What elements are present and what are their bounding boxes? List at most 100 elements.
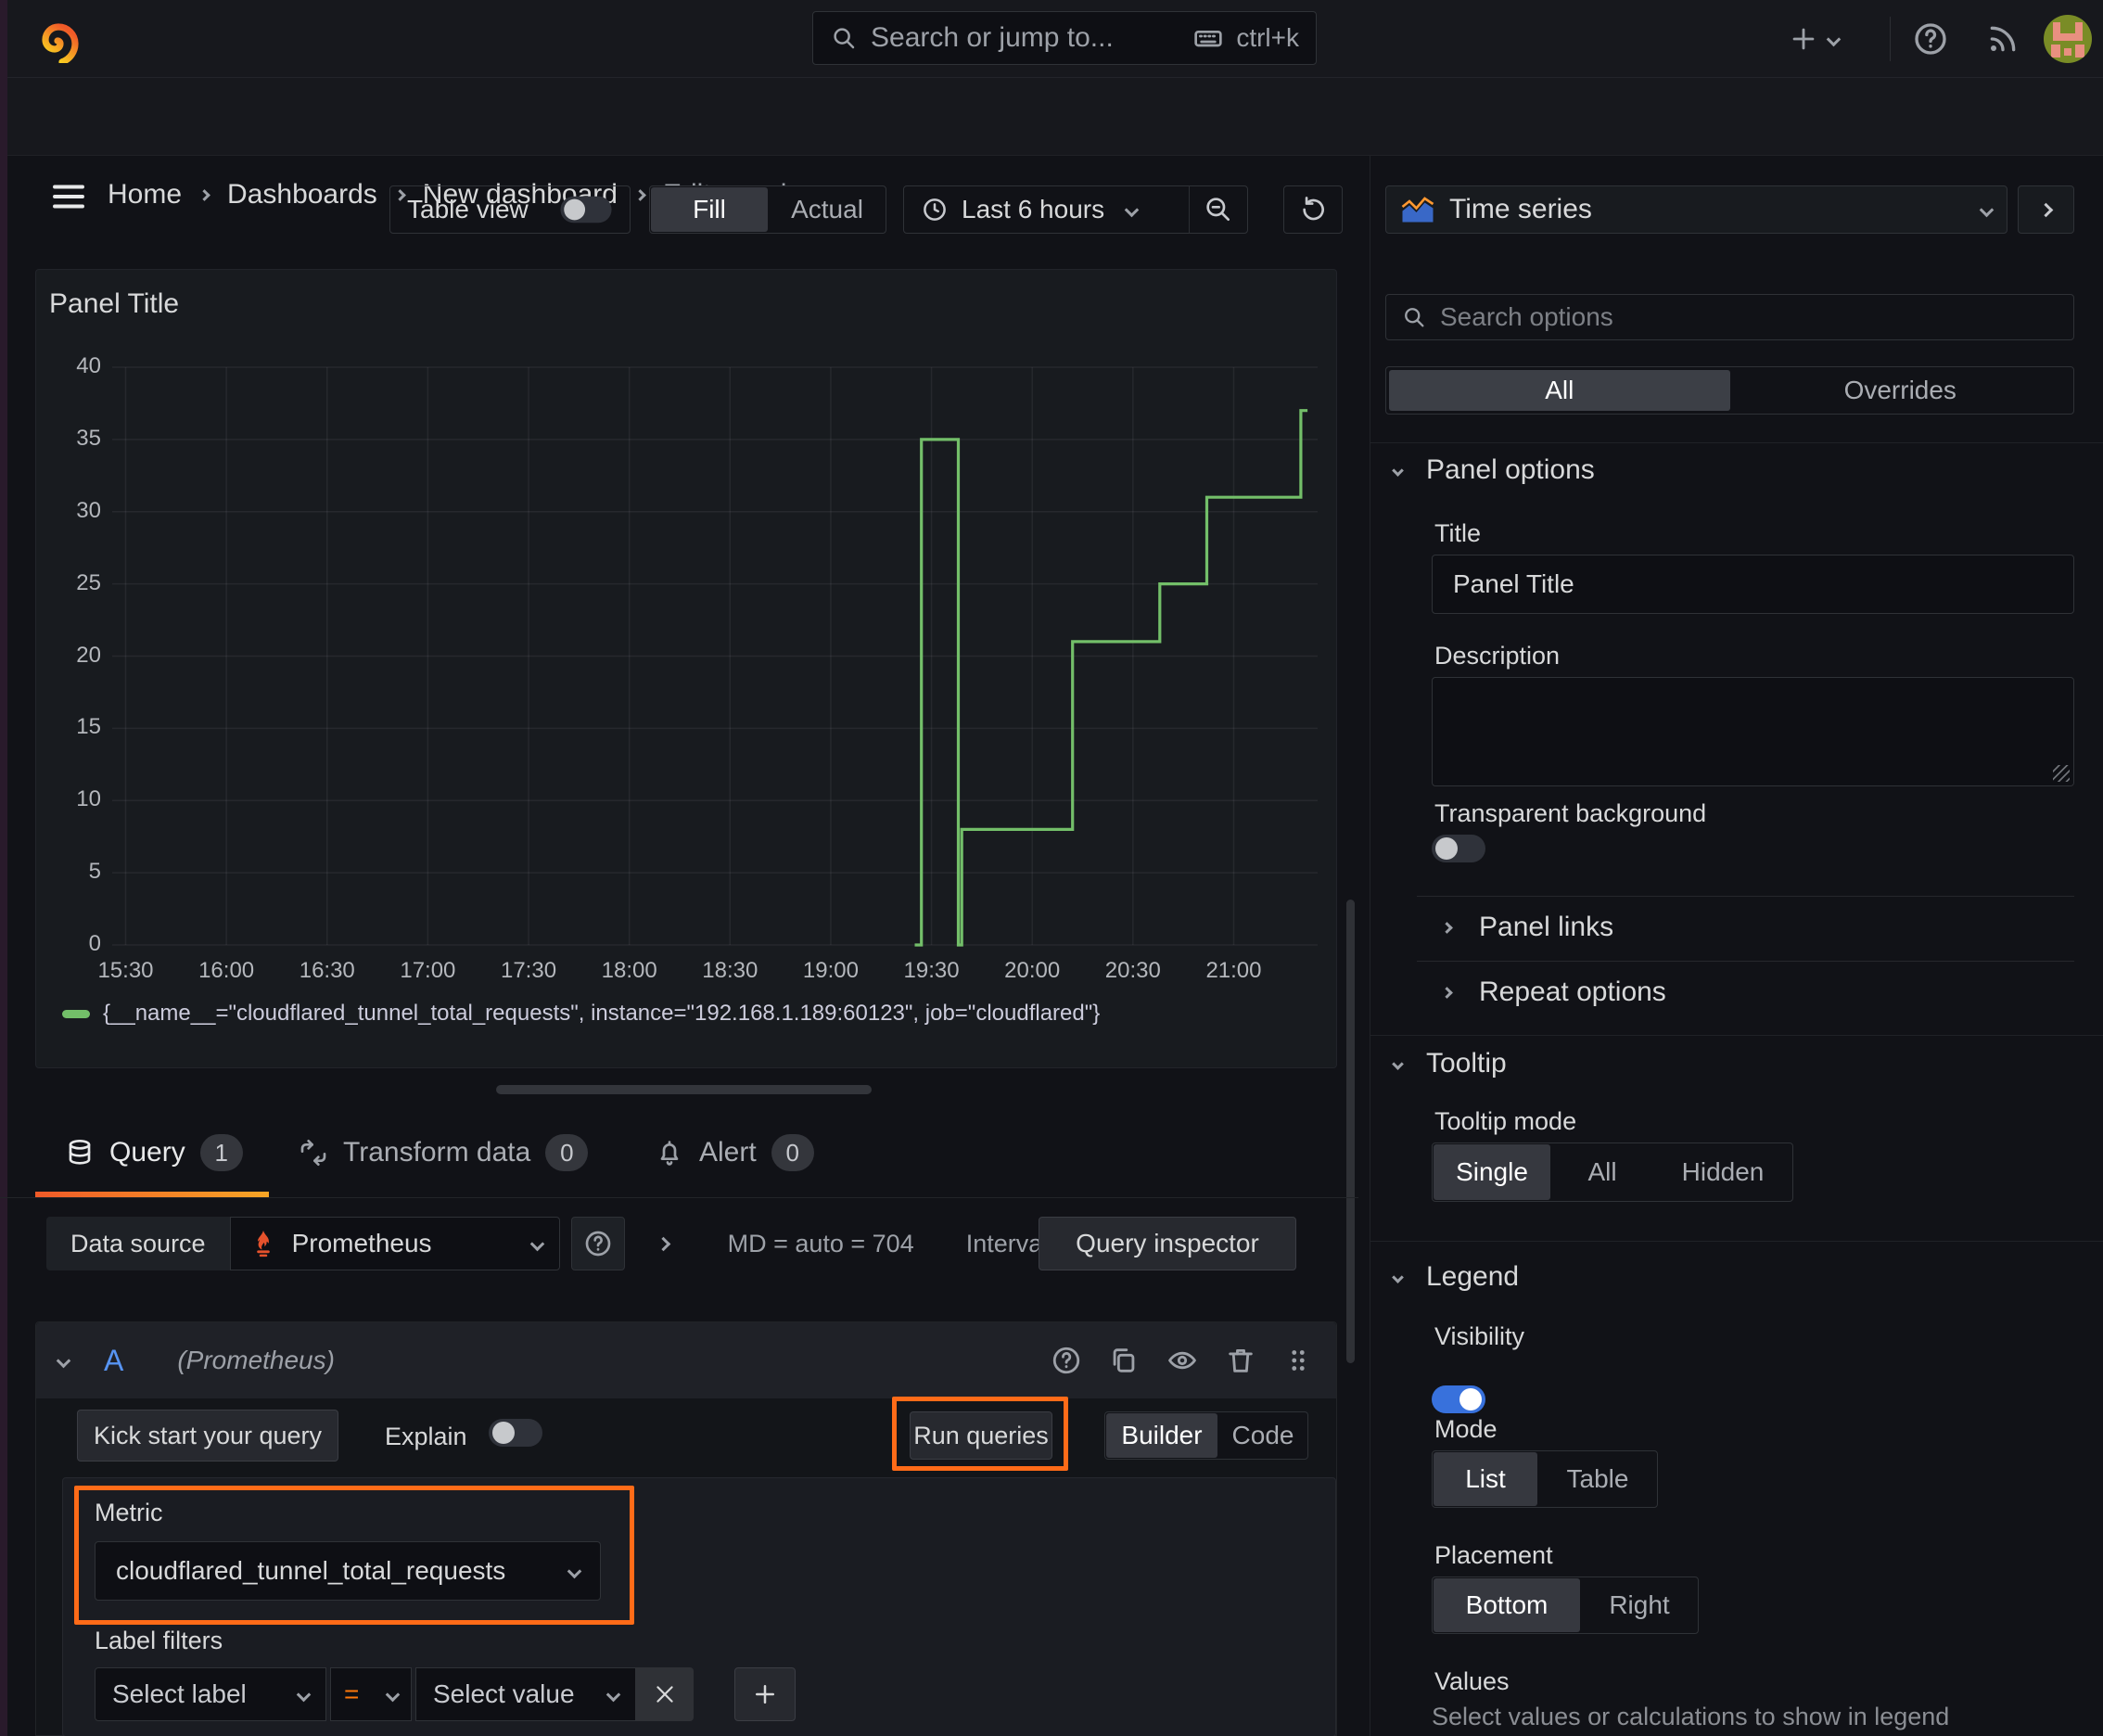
mega-menu-button[interactable] (52, 184, 85, 214)
chart-svg[interactable] (36, 270, 1336, 1067)
section-divider (1370, 1035, 2103, 1036)
run-queries-button[interactable]: Run queries (910, 1411, 1052, 1460)
global-search-box[interactable]: Search or jump to... ctrl+k (812, 11, 1317, 65)
tooltip-header[interactable]: Tooltip (1392, 1048, 1507, 1079)
panel-options-header[interactable]: Panel options (1392, 454, 1595, 486)
code-option[interactable]: Code (1218, 1412, 1307, 1459)
query-ref-id: A (104, 1343, 124, 1377)
explain-label: Explain (385, 1423, 467, 1450)
datasource-label: Data source (46, 1217, 230, 1270)
duplicate-query-icon[interactable] (1108, 1345, 1140, 1376)
query-help-icon[interactable] (1051, 1345, 1082, 1376)
tab-overrides[interactable]: Overrides (1730, 370, 2071, 411)
legend-right-option[interactable]: Right (1581, 1577, 1698, 1633)
tab-all[interactable]: All (1389, 370, 1730, 411)
options-search-box[interactable]: Search options (1385, 294, 2074, 340)
operator-dropdown[interactable]: = (330, 1667, 412, 1721)
breadcrumb-home[interactable]: Home (108, 179, 182, 211)
query-builder-panel: Metric cloudflared_tunnel_total_requests… (62, 1477, 1336, 1736)
help-icon (1915, 23, 1946, 55)
tab-transform-label: Transform data (343, 1137, 531, 1168)
repeat-options-header[interactable]: Repeat options (1441, 976, 1666, 1008)
remove-filter-button[interactable] (636, 1667, 694, 1721)
actual-option[interactable]: Actual (769, 186, 886, 233)
chevron-right-icon (634, 188, 646, 201)
explain-toggle[interactable] (489, 1419, 542, 1447)
fill-option[interactable]: Fill (651, 187, 768, 232)
section-divider (1417, 896, 2074, 897)
select-label-dropdown[interactable]: Select label (95, 1667, 326, 1721)
datasource-help-button[interactable] (570, 1217, 625, 1270)
refresh-button[interactable] (1283, 185, 1343, 234)
label-filters-label: Label filters (95, 1627, 223, 1654)
legend-values-hint: Select values or calculations to show in… (1432, 1703, 1950, 1730)
help-button[interactable] (1912, 20, 1949, 62)
legend-visibility-toggle[interactable] (1432, 1385, 1485, 1413)
keyboard-icon (1194, 31, 1222, 47)
datasource-picker[interactable]: Prometheus (229, 1217, 560, 1270)
tooltip-hidden-option[interactable]: Hidden (1653, 1143, 1792, 1201)
panel-links-heading: Panel links (1479, 912, 1614, 942)
query-inspector-button[interactable]: Query inspector (1039, 1217, 1296, 1270)
description-textarea[interactable] (1432, 677, 2074, 786)
legend-list-option[interactable]: List (1434, 1452, 1537, 1506)
legend-heading: Legend (1426, 1261, 1520, 1292)
user-avatar[interactable] (2044, 15, 2092, 63)
tooltip-single-option[interactable]: Single (1434, 1144, 1550, 1200)
transparent-background-toggle[interactable] (1432, 835, 1485, 862)
delete-query-icon[interactable] (1225, 1345, 1256, 1376)
tooltip-mode-segmented: Single All Hidden (1432, 1142, 1793, 1202)
repeat-options-heading: Repeat options (1479, 976, 1666, 1007)
global-search-placeholder: Search or jump to... (871, 22, 1114, 53)
chevron-down-icon (1392, 1270, 1404, 1283)
visualization-picker[interactable]: Time series (1385, 185, 2007, 234)
breadcrumb-dashboards[interactable]: Dashboards (227, 179, 377, 211)
chevron-down-icon (605, 1687, 621, 1702)
legend-table-option[interactable]: Table (1538, 1451, 1657, 1507)
query-row-header[interactable]: A (Prometheus) (36, 1322, 1336, 1398)
time-range-picker[interactable]: Last 6 hours (904, 195, 1189, 224)
resize-handle-icon[interactable] (2053, 765, 2070, 782)
panel-title-input[interactable]: Panel Title (1432, 555, 2074, 614)
legend-section-header[interactable]: Legend (1392, 1261, 1520, 1293)
chevron-down-icon (529, 1236, 544, 1251)
tab-alert[interactable]: Alert 0 (655, 1113, 814, 1193)
help-icon (585, 1231, 610, 1257)
panel-links-header[interactable]: Panel links (1441, 912, 1614, 943)
new-menu-button[interactable] (1788, 19, 1842, 59)
zoom-out-button[interactable] (1190, 195, 1247, 224)
tab-query[interactable]: Query 1 (65, 1113, 243, 1193)
tab-alert-label: Alert (699, 1137, 757, 1168)
legend-values-label: Values (1434, 1667, 1510, 1695)
panel-resize-handle[interactable] (496, 1085, 872, 1094)
builder-code-segmented: Builder Code (1104, 1411, 1308, 1460)
kick-start-query-button[interactable]: Kick start your query (77, 1410, 338, 1462)
datasource-value: Prometheus (291, 1229, 432, 1257)
toggle-knob (564, 198, 586, 221)
table-view-toggle[interactable] (560, 196, 612, 223)
add-filter-button[interactable] (734, 1667, 796, 1721)
toggle-knob (492, 1422, 515, 1444)
grafana-logo-icon[interactable] (35, 15, 80, 66)
grafana-edit-panel-screen: Search or jump to... ctrl+k Home Dashboa… (0, 0, 2103, 1736)
plus-icon (1792, 28, 1815, 50)
collapse-options-chevron[interactable] (656, 1236, 670, 1251)
tooltip-heading: Tooltip (1426, 1048, 1507, 1079)
legend-bottom-option[interactable]: Bottom (1434, 1578, 1580, 1632)
select-value-dropdown[interactable]: Select value (415, 1667, 636, 1721)
time-range-group: Last 6 hours (903, 185, 1248, 234)
tooltip-all-option[interactable]: All (1551, 1143, 1653, 1201)
legend-item[interactable]: {__name__="cloudflared_tunnel_total_requ… (62, 1001, 1100, 1027)
metric-select[interactable]: cloudflared_tunnel_total_requests (95, 1541, 601, 1601)
label-filter-row: Select label = Select value (95, 1667, 796, 1721)
toggle-viz-list-button[interactable] (2018, 185, 2074, 234)
tab-transform-data[interactable]: Transform data 0 (299, 1113, 589, 1193)
topnav-divider (1890, 17, 1891, 61)
drag-query-handle[interactable] (1282, 1345, 1314, 1376)
news-button[interactable] (1984, 20, 2021, 62)
chevron-right-icon (198, 188, 210, 201)
table-view-control[interactable]: Table view (389, 185, 631, 234)
hide-query-icon[interactable] (1166, 1345, 1199, 1376)
builder-option[interactable]: Builder (1106, 1413, 1217, 1458)
database-icon (69, 1140, 91, 1165)
